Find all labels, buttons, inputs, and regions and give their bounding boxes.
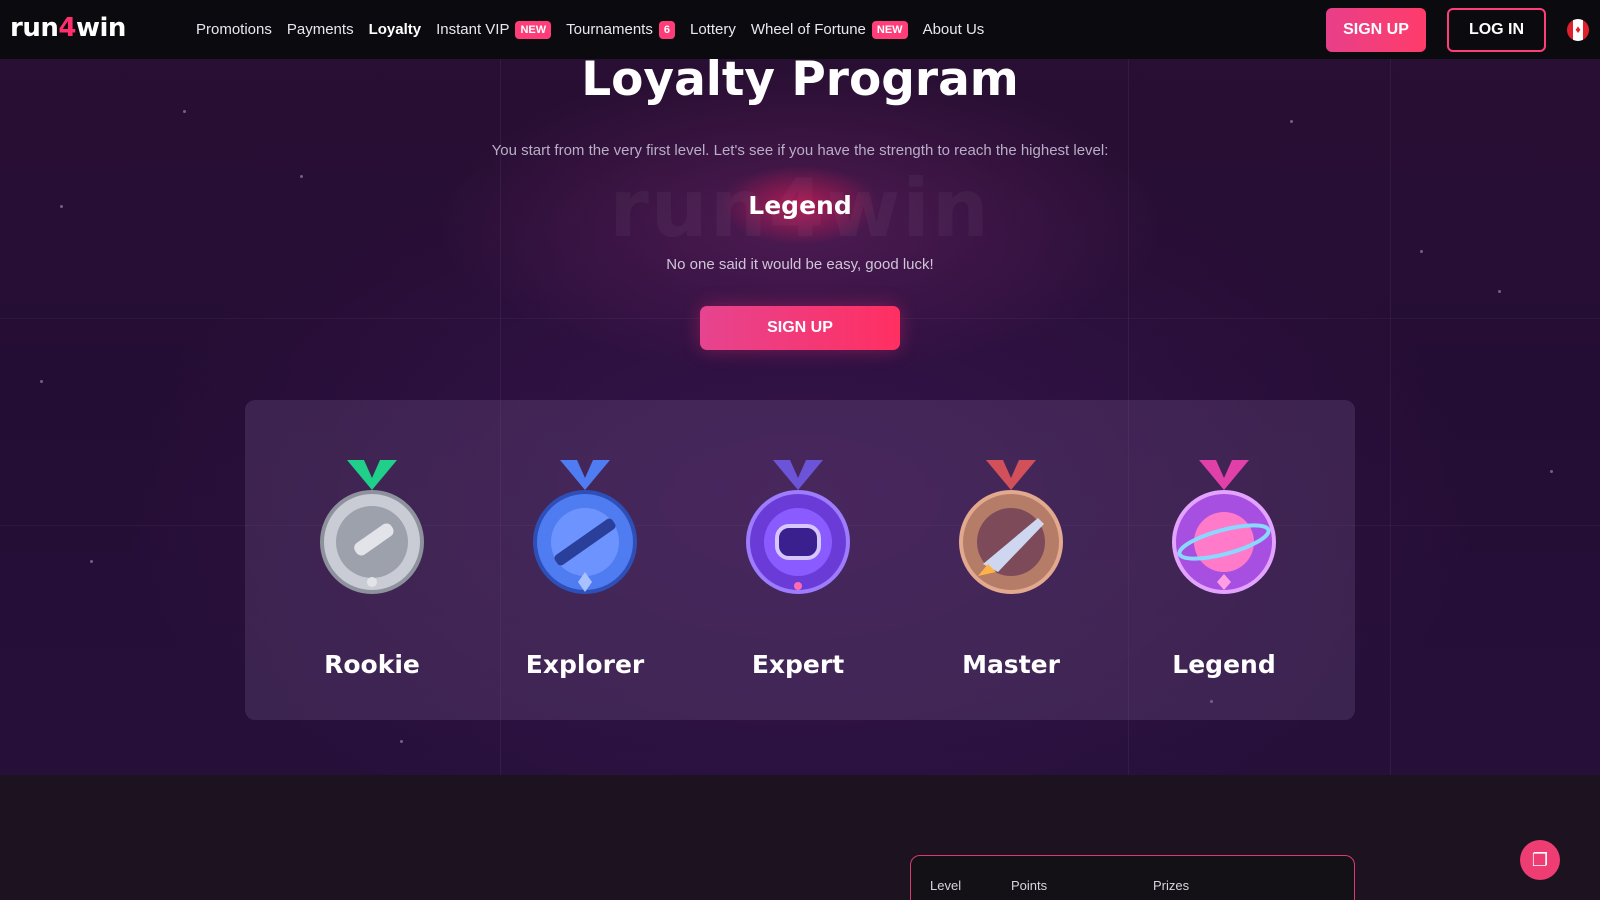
new-badge: NEW: [515, 20, 552, 39]
table-header-points: Points: [1011, 878, 1048, 893]
count-badge: 6: [658, 20, 675, 39]
lower-section: [0, 775, 1600, 900]
table-header-prizes: Prizes: [1153, 878, 1190, 893]
level-legend[interactable]: Legend: [1139, 400, 1309, 720]
header-login-button[interactable]: LOG IN: [1447, 8, 1546, 52]
explorer-medal-icon: [533, 460, 637, 594]
nav-item-loyalty[interactable]: Loyalty: [369, 21, 422, 38]
header-signup-button[interactable]: SIGN UP: [1326, 8, 1426, 52]
page-title: Loyalty Program: [581, 52, 1019, 107]
level-label: Explorer: [525, 650, 645, 679]
level-rookie[interactable]: Rookie: [287, 400, 457, 720]
site-logo[interactable]: run4win: [10, 13, 126, 43]
chat-bubble-icon[interactable]: ❐: [1520, 840, 1560, 880]
legend-medal-icon: [1172, 460, 1276, 594]
table-header-level: Level: [930, 878, 962, 893]
nav-item-tournaments[interactable]: Tournaments 6: [566, 20, 675, 39]
main-nav: Promotions Payments Loyalty Instant VIP N…: [196, 0, 984, 59]
level-label: Rookie: [324, 650, 420, 679]
top-navigation-bar: run4win Promotions Payments Loyalty Inst…: [0, 0, 1600, 59]
new-badge: NEW: [871, 20, 908, 39]
level-expert[interactable]: Expert: [713, 400, 883, 720]
level-label: Master: [962, 650, 1060, 679]
level-explorer[interactable]: Explorer: [500, 400, 670, 720]
nav-item-about-us[interactable]: About Us: [923, 21, 985, 38]
levels-table: Level Points Prizes: [910, 855, 1355, 900]
nav-item-instant-vip[interactable]: Instant VIP NEW: [436, 20, 552, 39]
loyalty-levels-card: Rookie Explorer Expert Master Legend: [245, 400, 1355, 720]
nav-item-lottery[interactable]: Lottery: [690, 21, 736, 38]
highest-level-name: Legend: [748, 191, 852, 220]
nav-item-payments[interactable]: Payments: [287, 21, 354, 38]
canada-flag-icon[interactable]: ♦: [1567, 19, 1589, 41]
hero-signup-button[interactable]: SIGN UP: [700, 306, 900, 350]
rookie-medal-icon: [320, 460, 424, 594]
nav-item-promotions[interactable]: Promotions: [196, 21, 272, 38]
expert-medal-icon: [746, 460, 850, 594]
level-label: Legend: [1172, 650, 1276, 679]
nav-item-wheel-of-fortune[interactable]: Wheel of Fortune NEW: [751, 20, 908, 39]
hero-tagline: No one said it would be easy, good luck!: [666, 256, 934, 273]
hero-subtitle: You start from the very first level. Let…: [491, 142, 1109, 159]
level-label: Expert: [751, 650, 845, 679]
master-medal-icon: [959, 460, 1063, 594]
level-master[interactable]: Master: [926, 400, 1096, 720]
